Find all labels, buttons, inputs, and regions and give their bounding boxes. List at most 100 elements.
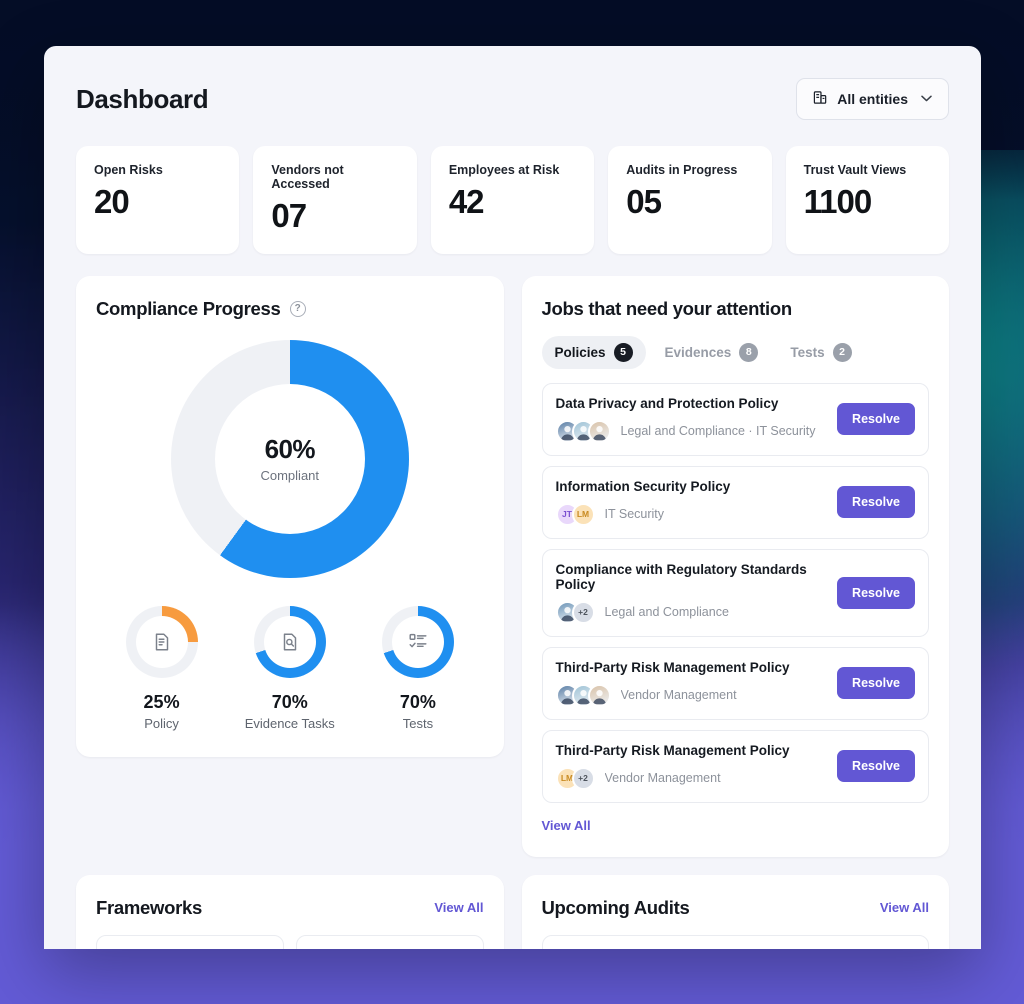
avatar-group: JT LM [555, 502, 595, 526]
stat-label: Open Risks [94, 163, 163, 177]
frameworks-panel-header: Frameworks View All [96, 897, 484, 919]
mini-gauges: 25% Policy 70% Evidence Tasks 70% Tests [96, 605, 484, 735]
audit-row[interactable]: May 28 ISO 27001 ISO 27001 [541, 934, 929, 949]
audits-list: May 28 ISO 27001 ISO 27001 [541, 934, 929, 949]
job-row[interactable]: Third-Party Risk Management Policy LM +2 Ve… [541, 729, 929, 803]
job-main: Data Privacy and Protection Policy Legal … [555, 395, 816, 443]
gauge-percent: 25% [143, 691, 180, 712]
donut-sublabel: Compliant [260, 468, 320, 484]
checklist-icon [391, 615, 444, 668]
job-meta: Legal and Compliance · IT Security [555, 419, 816, 443]
stat-value: 05 [626, 183, 662, 220]
gauge-ring [253, 605, 326, 678]
stat-value: 07 [271, 197, 307, 234]
donut-center: 60% Compliant [214, 383, 365, 534]
job-row[interactable]: Information Security Policy JT LM IT Securi… [541, 465, 929, 539]
job-main: Information Security Policy JT LM IT Securi… [555, 479, 730, 526]
jobs-view-all-link[interactable]: View All [542, 818, 591, 833]
avatar-group: +2 [555, 600, 595, 624]
resolve-button[interactable]: Resolve [837, 403, 915, 436]
tab-count-badge: 8 [739, 342, 759, 362]
dashboard-page: Dashboard All entities Open Risks 20 Ven… [44, 46, 981, 949]
compliance-donut-wrap: 60% Compliant [96, 339, 484, 578]
compliance-progress-panel: Compliance Progress ? 60% Compliant 25% … [76, 275, 504, 757]
stat-card-trust-vault-views[interactable]: Trust Vault Views 1100 [785, 146, 950, 254]
job-meta: Vendor Management [555, 683, 790, 707]
compliance-panel-title: Compliance Progress ? [96, 298, 306, 320]
right-column: Jobs that need your attention Policies 5… [521, 275, 949, 857]
audits-column: Upcoming Audits View All May 28 ISO [521, 874, 949, 949]
job-row[interactable]: Compliance with Regulatory Standards Pol… [541, 548, 929, 637]
frameworks-view-all-link[interactable]: View All [434, 900, 483, 915]
resolve-button[interactable]: Resolve [837, 576, 915, 609]
stat-cards: Open Risks 20 Vendors not Accessed 07 Em… [76, 146, 950, 254]
audit-month: May [559, 948, 601, 949]
page-header: Dashboard All entities [76, 78, 949, 120]
gauge-label: Policy [144, 715, 179, 731]
bottom-grid: Frameworks View All ISO 31000 ISO 31000 [76, 874, 949, 949]
job-row[interactable]: Data Privacy and Protection Policy Legal … [541, 382, 929, 456]
stat-label: Vendors not Accessed [271, 163, 344, 191]
audits-view-all-link[interactable]: View All [880, 900, 929, 915]
jobs-tabs: Policies 5 Evidences 8 Tests 2 [541, 335, 930, 369]
donut-percent: 60% [264, 434, 316, 465]
jobs-panel: Jobs that need your attention Policies 5… [521, 275, 949, 857]
gauge-policy: 25% Policy [125, 605, 198, 731]
resolve-button[interactable]: Resolve [837, 750, 915, 783]
entity-selector[interactable]: All entities [796, 78, 949, 120]
avatar-overflow-count: +2 [571, 600, 595, 624]
audits-panel-header: Upcoming Audits View All [542, 897, 930, 919]
avatar-initials: LM [571, 502, 595, 526]
question-mark-icon[interactable]: ? [289, 300, 306, 317]
entity-selector-label: All entities [837, 91, 908, 107]
stat-card-employees-at-risk[interactable]: Employees at Risk 42 [430, 146, 595, 254]
tab-evidences[interactable]: Evidences 8 [652, 336, 772, 369]
stat-value: 42 [448, 183, 485, 220]
job-row[interactable]: Third-Party Risk Management Policy Vendor… [541, 646, 929, 720]
framework-card-iso-31000[interactable]: ISO 31000 ISO 31000 90% Ready [96, 934, 284, 949]
avatar-group: LM +2 [555, 766, 595, 790]
compliance-panel-header: Compliance Progress ? [96, 298, 484, 320]
tab-count-badge: 2 [832, 342, 852, 362]
compliance-donut-chart: 60% Compliant [170, 339, 409, 578]
jobs-panel-title: Jobs that need your attention [541, 297, 793, 319]
gauge-tests: 70% Tests [381, 605, 454, 731]
tab-policies[interactable]: Policies 5 [541, 335, 646, 369]
job-title: Third-Party Risk Management Policy [555, 742, 790, 758]
gauge-label: Evidence Tasks [244, 715, 335, 731]
stat-card-vendors-not-accessed[interactable]: Vendors not Accessed 07 [253, 146, 417, 254]
avatar-group [555, 419, 611, 443]
gauge-ring [125, 605, 198, 678]
framework-card-gdpr[interactable]: ★★★★★★★★★★★★ GDPR GDPR 45% Ready [295, 934, 484, 949]
job-meta: +2 Legal and Compliance [555, 600, 838, 624]
avatar [587, 419, 611, 443]
job-meta: LM +2 Vendor Management [555, 766, 790, 790]
job-department: Vendor Management [620, 688, 737, 703]
job-title: Data Privacy and Protection Policy [555, 395, 779, 411]
job-title: Third-Party Risk Management Policy [555, 659, 790, 675]
frameworks-grid: ISO 31000 ISO 31000 90% Ready [96, 934, 484, 949]
left-column: Compliance Progress ? 60% Compliant 25% … [76, 275, 504, 857]
stat-card-open-risks[interactable]: Open Risks 20 [76, 146, 240, 254]
gauge-evidence-tasks: 70% Evidence Tasks [244, 605, 335, 731]
job-department: Legal and Compliance · IT Security [620, 424, 816, 439]
job-main: Third-Party Risk Management Policy Vendor… [555, 659, 790, 707]
frameworks-panel: Frameworks View All ISO 31000 ISO 31000 [76, 874, 504, 949]
jobs-list: Data Privacy and Protection Policy Legal … [541, 382, 929, 803]
resolve-button[interactable]: Resolve [837, 486, 915, 519]
stat-card-audits-in-progress[interactable]: Audits in Progress 05 [608, 146, 772, 254]
gauge-label: Tests [402, 715, 434, 731]
tab-label: Policies [554, 344, 606, 360]
frameworks-title: Frameworks [96, 896, 202, 918]
document-icon [135, 615, 188, 668]
building-icon [813, 90, 828, 108]
compliance-title-text: Compliance Progress [96, 297, 281, 319]
gauge-percent: 70% [399, 691, 436, 712]
avatar [587, 683, 611, 707]
app-window: Dashboard All entities Open Risks 20 Ven… [44, 46, 981, 949]
tab-count-badge: 5 [613, 342, 633, 362]
avatar-group [555, 683, 611, 707]
resolve-button[interactable]: Resolve [837, 667, 915, 700]
avatar-overflow-count: +2 [571, 766, 595, 790]
tab-tests[interactable]: Tests 2 [777, 336, 864, 369]
